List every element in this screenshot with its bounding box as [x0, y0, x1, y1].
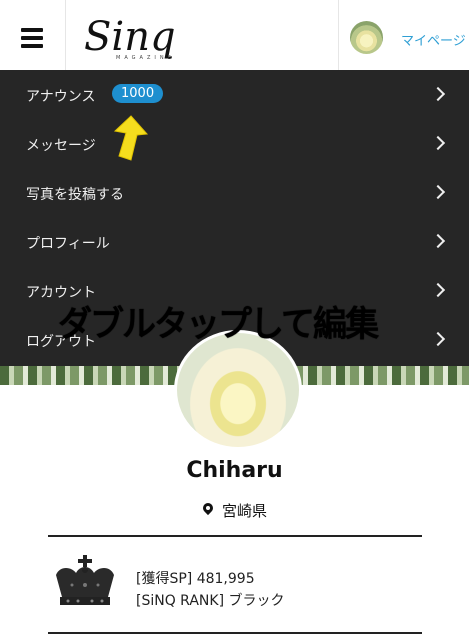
double-tap-edit-overlay: ダブルタップして編集 — [58, 305, 379, 345]
mypage-link[interactable]: マイページ — [338, 0, 469, 70]
avatar — [350, 21, 383, 54]
menu-item-profile[interactable]: プロフィール — [0, 217, 469, 266]
hamburger-menu-button[interactable] — [0, 0, 66, 70]
divider — [48, 535, 422, 537]
hamburger-icon — [21, 28, 43, 32]
menu-item-messages[interactable]: メッセージ — [0, 119, 469, 168]
menu-item-label: 写真を投稿する — [26, 187, 124, 203]
menu-item-label: メッセージ — [26, 138, 96, 154]
chevron-right-icon — [430, 331, 446, 347]
menu-item-announce[interactable]: アナウンス 1000 — [0, 70, 469, 119]
sinq-rank: [SiNQ RANK] ブラック — [136, 593, 285, 609]
chevron-right-icon — [430, 233, 446, 249]
mypage-label: マイページ — [401, 34, 466, 49]
menu-item-label: プロフィール — [26, 236, 110, 252]
menu-item-post-photo[interactable]: 写真を投稿する — [0, 168, 469, 217]
svg-text:Sinq: Sinq — [84, 14, 176, 60]
logo-subtext: MAGAZINE — [116, 55, 175, 61]
chevron-right-icon — [430, 282, 446, 298]
profile-photo[interactable] — [174, 330, 302, 450]
menu-item-label: アナウンス — [26, 89, 96, 105]
chevron-right-icon — [430, 86, 446, 102]
arrow-up-icon — [113, 115, 149, 161]
profile-name: Chiharu — [186, 458, 283, 483]
hamburger-line — [21, 36, 43, 40]
chevron-right-icon — [430, 184, 446, 200]
announce-count-badge: 1000 — [112, 84, 164, 103]
chevron-right-icon — [430, 135, 446, 151]
profile-location: 宮崎県 — [222, 502, 268, 520]
divider — [48, 632, 422, 634]
hamburger-line — [21, 44, 43, 48]
location-pin-dot — [206, 506, 210, 510]
sp-points: [獲得SP] 481,995 — [136, 571, 255, 587]
header: Sinq MAGAZINE マイページ — [0, 0, 469, 71]
crown-icon — [56, 555, 114, 605]
